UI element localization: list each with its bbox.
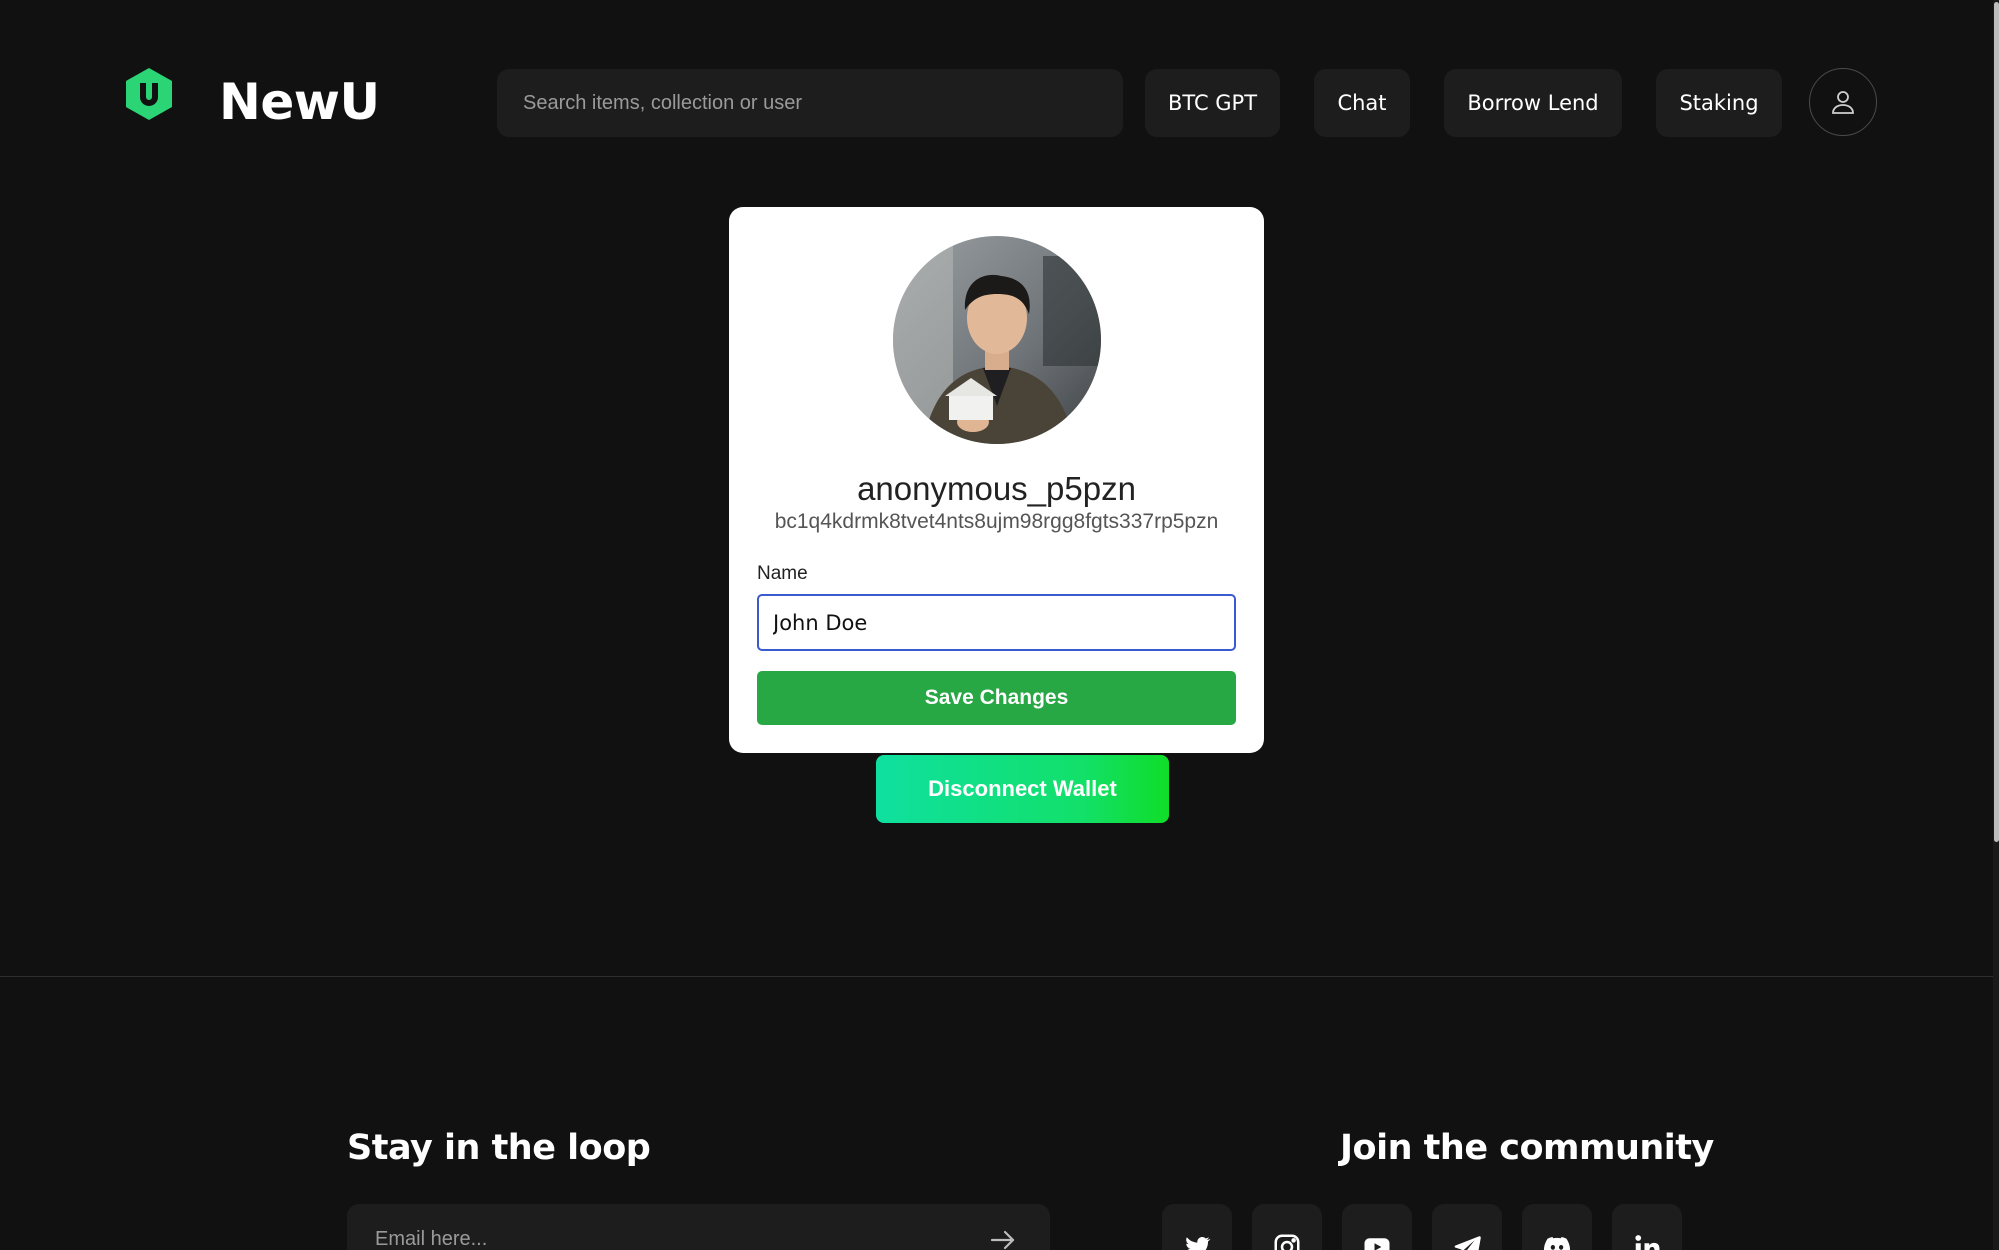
telegram-button[interactable]	[1432, 1204, 1502, 1250]
email-input[interactable]	[347, 1204, 967, 1250]
footer-divider	[0, 976, 1993, 977]
twitter-icon	[1186, 1237, 1211, 1250]
telegram-icon	[1454, 1236, 1481, 1250]
brand-name[interactable]: NewU	[219, 68, 380, 136]
nav-borrow-lend-button[interactable]: Borrow Lend	[1444, 69, 1622, 137]
name-input[interactable]	[757, 594, 1236, 651]
scrollbar-thumb[interactable]	[1994, 2, 1999, 842]
nav-btc-gpt-button[interactable]: BTC GPT	[1145, 69, 1280, 137]
nav-staking-button[interactable]: Staking	[1656, 69, 1782, 137]
wallet-address: bc1q4kdrmk8tvet4nts8ujm98rgg8fgts337rp5p…	[774, 510, 1219, 533]
community-heading: Join the community	[1340, 1128, 1714, 1168]
linkedin-icon	[1635, 1235, 1660, 1250]
instagram-button[interactable]	[1252, 1204, 1322, 1250]
disconnect-wallet-button[interactable]: Disconnect Wallet	[876, 755, 1169, 823]
name-label: Name	[757, 563, 808, 584]
profile-page: NewU BTC GPT Chat Borrow Lend Staking	[0, 0, 1999, 1250]
instagram-icon	[1274, 1234, 1300, 1250]
youtube-button[interactable]	[1342, 1204, 1412, 1250]
user-icon	[1832, 91, 1854, 114]
discord-button[interactable]	[1522, 1204, 1592, 1250]
discord-icon	[1543, 1237, 1571, 1250]
arrow-right-icon[interactable]	[987, 1224, 1019, 1250]
user-profile-button[interactable]	[1809, 68, 1877, 136]
newsletter-form	[347, 1204, 1050, 1250]
nav-chat-button[interactable]: Chat	[1314, 69, 1410, 137]
newsletter-heading: Stay in the loop	[347, 1128, 651, 1168]
profile-card: anonymous_p5pzn bc1q4kdrmk8tvet4nts8ujm9…	[729, 207, 1264, 753]
avatar[interactable]	[893, 236, 1101, 444]
search-input[interactable]	[497, 69, 1123, 137]
username: anonymous_p5pzn	[857, 470, 1136, 507]
newu-logo-icon[interactable]	[123, 66, 175, 122]
save-changes-button[interactable]: Save Changes	[757, 671, 1236, 725]
twitter-button[interactable]	[1162, 1204, 1232, 1250]
youtube-icon	[1364, 1238, 1390, 1250]
linkedin-button[interactable]	[1612, 1204, 1682, 1250]
